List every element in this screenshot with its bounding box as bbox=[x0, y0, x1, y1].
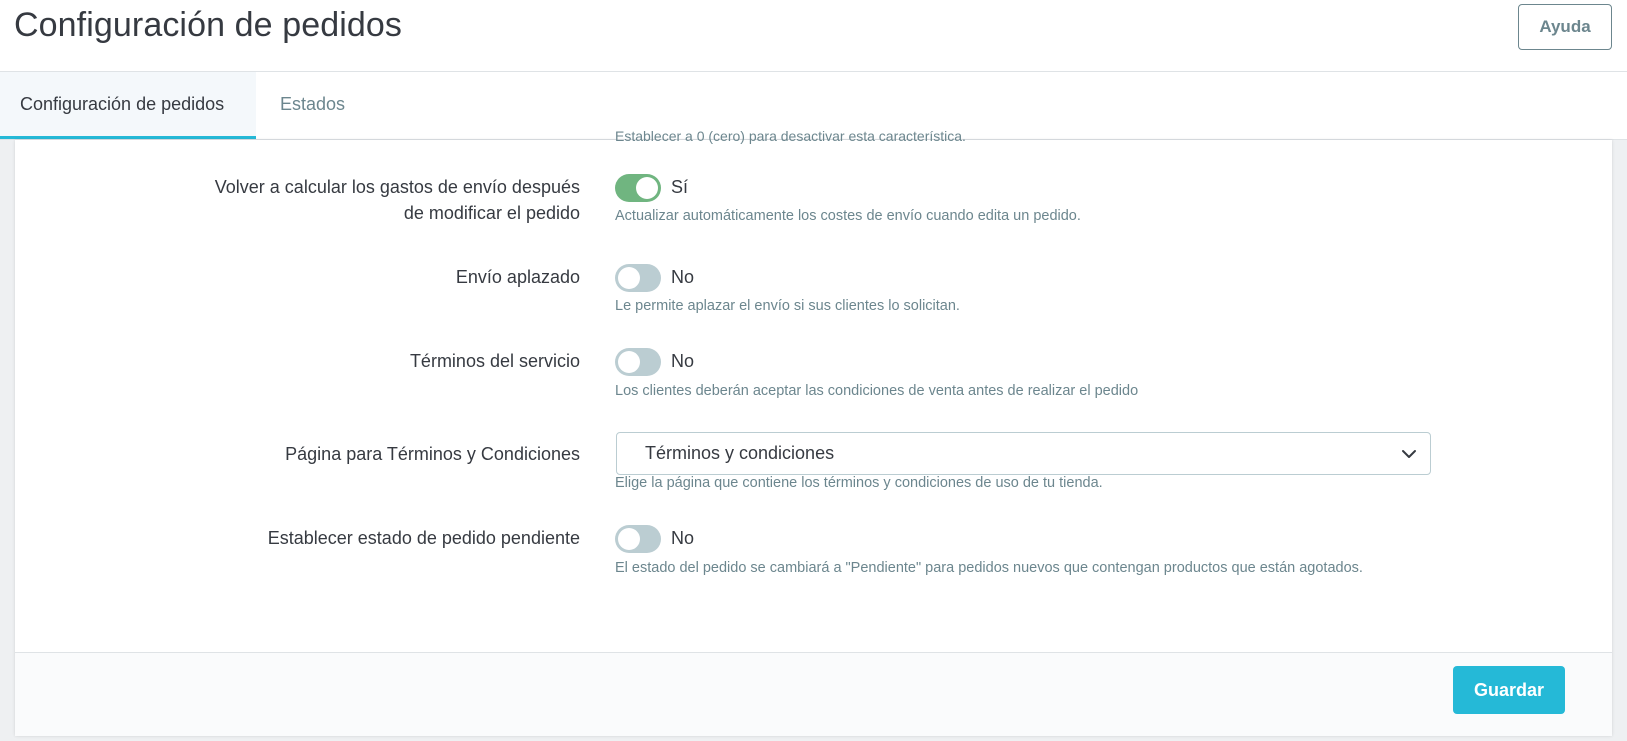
clipped-help-text: Establecer a 0 (cero) para desactivar es… bbox=[615, 128, 966, 144]
help-button[interactable]: Ayuda bbox=[1518, 4, 1612, 50]
toggle-knob bbox=[618, 528, 640, 550]
recalculate-shipping-help: Actualizar automáticamente los costes de… bbox=[615, 208, 1081, 224]
pending-status-value: No bbox=[671, 528, 695, 548]
deferred-shipping-toggle[interactable] bbox=[615, 264, 661, 292]
page-header: Configuración de pedidos Ayuda bbox=[0, 0, 1627, 72]
card-footer: Guardar bbox=[15, 652, 1612, 736]
recalculate-shipping-value: Sí bbox=[671, 177, 689, 197]
settings-card: Establecer a 0 (cero) para desactivar es… bbox=[15, 128, 1612, 736]
recalculate-shipping-label-line2: de modificar el pedido bbox=[403, 203, 580, 223]
deferred-shipping-label: Envío aplazado bbox=[455, 267, 580, 287]
recalculate-shipping-label-line1: Volver a calcular los gastos de envío de… bbox=[214, 177, 580, 197]
recalculate-shipping-toggle[interactable] bbox=[615, 174, 661, 202]
save-button[interactable]: Guardar bbox=[1453, 666, 1565, 714]
terms-page-label: Página para Términos y Condiciones bbox=[285, 444, 580, 464]
terms-page-selected-value: Términos y condiciones bbox=[645, 443, 835, 463]
chevron-down-icon bbox=[1402, 450, 1416, 458]
tab-order-settings[interactable]: Configuración de pedidos bbox=[0, 72, 256, 139]
page-title: Configuración de pedidos bbox=[14, 6, 403, 44]
pending-status-help: El estado del pedido se cambiará a "Pend… bbox=[615, 560, 1363, 576]
deferred-shipping-help: Le permite aplazar el envío si sus clien… bbox=[615, 298, 960, 314]
tab-statuses[interactable]: Estados bbox=[280, 72, 345, 139]
toggle-knob bbox=[636, 177, 658, 199]
deferred-shipping-value: No bbox=[671, 267, 695, 287]
toggle-knob bbox=[618, 351, 640, 373]
terms-of-service-help: Los clientes deberán aceptar las condici… bbox=[615, 383, 1139, 399]
terms-of-service-toggle[interactable] bbox=[615, 348, 661, 376]
pending-status-toggle[interactable] bbox=[615, 525, 661, 553]
toggle-knob bbox=[618, 267, 640, 289]
terms-page-help: Elige la página que contiene los término… bbox=[615, 475, 1103, 491]
terms-of-service-value: No bbox=[671, 351, 695, 371]
terms-page-select[interactable]: Términos y condiciones bbox=[616, 432, 1431, 475]
terms-of-service-label: Términos del servicio bbox=[409, 351, 580, 371]
pending-status-label: Establecer estado de pedido pendiente bbox=[267, 528, 580, 548]
